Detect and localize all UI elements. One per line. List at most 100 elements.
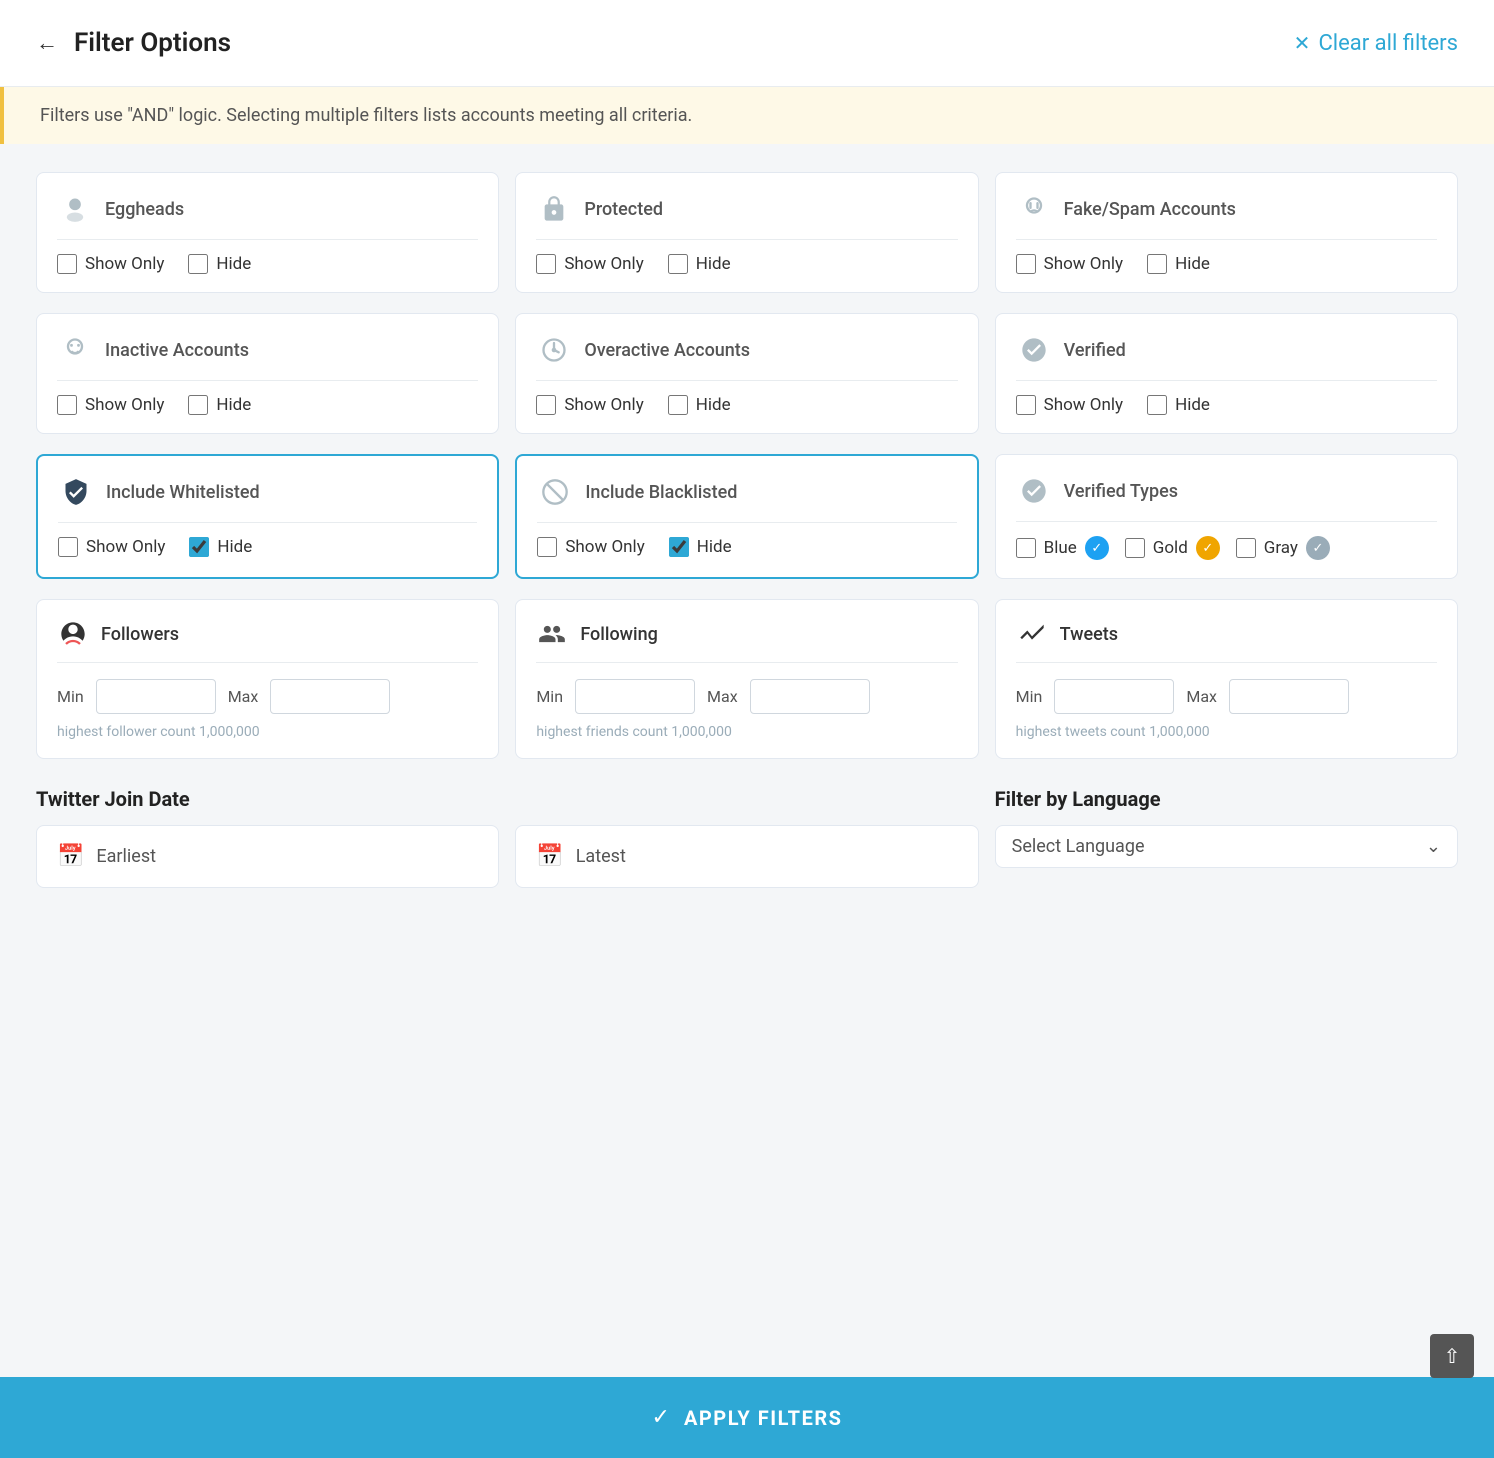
inactive-show-only[interactable]: Show Only (57, 395, 164, 415)
tweets-hint: highest tweets count 1,000,000 (1016, 724, 1437, 740)
clear-filters-label: Clear all filters (1318, 31, 1458, 56)
verified-label: Verified (1064, 340, 1126, 361)
whitelisted-show-only[interactable]: Show Only (58, 537, 165, 557)
verified-type-gold-checkbox[interactable] (1125, 538, 1145, 558)
overactive-label: Overactive Accounts (584, 340, 750, 361)
filter-whitelisted: Include Whitelisted Show Only Hide (36, 454, 499, 579)
fake-spam-hide-checkbox[interactable] (1147, 254, 1167, 274)
tweets-min-label: Min (1016, 687, 1043, 706)
eggheads-hide-checkbox[interactable] (188, 254, 208, 274)
inactive-show-only-checkbox[interactable] (57, 395, 77, 415)
language-section: Filter by Language Select Language ⌄ (995, 787, 1458, 888)
info-banner-text: Filters use "AND" logic. Selecting multi… (40, 105, 692, 126)
fake-spam-icon (1016, 191, 1052, 227)
overactive-show-only-label: Show Only (564, 395, 643, 415)
tweets-min-input[interactable] (1054, 679, 1174, 714)
latest-date[interactable]: 📅 Latest (515, 825, 978, 888)
verified-type-gold[interactable]: Gold ✓ (1125, 536, 1220, 560)
following-min-input[interactable] (575, 679, 695, 714)
protected-icon (536, 191, 572, 227)
overactive-hide[interactable]: Hide (668, 395, 731, 415)
stat-tweets-header: Tweets (1016, 618, 1437, 663)
protected-options: Show Only Hide (536, 254, 957, 274)
whitelisted-show-only-label: Show Only (86, 537, 165, 557)
protected-hide-checkbox[interactable] (668, 254, 688, 274)
followers-label: Followers (101, 624, 179, 645)
language-select[interactable]: Select Language ⌄ (995, 825, 1458, 868)
verified-hide-label: Hide (1175, 395, 1210, 415)
tweets-max-input[interactable] (1229, 679, 1349, 714)
whitelisted-options: Show Only Hide (58, 537, 477, 557)
info-banner: Filters use "AND" logic. Selecting multi… (0, 87, 1494, 144)
eggheads-show-only[interactable]: Show Only (57, 254, 164, 274)
overactive-show-only[interactable]: Show Only (536, 395, 643, 415)
apply-filters-label: APPLY FILTERS (684, 1406, 843, 1430)
verified-options: Show Only Hide (1016, 395, 1437, 415)
verified-type-blue[interactable]: Blue ✓ (1016, 536, 1109, 560)
earliest-label: Earliest (96, 846, 156, 867)
filter-protected-header: Protected (536, 191, 957, 240)
eggheads-show-only-checkbox[interactable] (57, 254, 77, 274)
fake-spam-label: Fake/Spam Accounts (1064, 199, 1236, 220)
stat-following-header: Following (536, 618, 957, 663)
whitelisted-hide-label: Hide (217, 537, 252, 557)
inactive-hide[interactable]: Hide (188, 395, 251, 415)
verified-types-icon (1016, 473, 1052, 509)
filter-verified-header: Verified (1016, 332, 1437, 381)
inactive-options: Show Only Hide (57, 395, 478, 415)
verified-icon (1016, 332, 1052, 368)
back-button[interactable]: ← (36, 30, 58, 56)
protected-hide-label: Hide (696, 254, 731, 274)
verified-hide-checkbox[interactable] (1147, 395, 1167, 415)
language-select-text: Select Language (1012, 836, 1145, 857)
apply-filters-bar[interactable]: ✓ APPLY FILTERS (0, 1377, 1494, 1458)
verified-show-only-label: Show Only (1044, 395, 1123, 415)
inactive-hide-checkbox[interactable] (188, 395, 208, 415)
protected-hide[interactable]: Hide (668, 254, 731, 274)
verified-show-only[interactable]: Show Only (1016, 395, 1123, 415)
blacklisted-show-only[interactable]: Show Only (537, 537, 644, 557)
earliest-date[interactable]: 📅 Earliest (36, 825, 499, 888)
followers-min-input[interactable] (96, 679, 216, 714)
fake-spam-hide-label: Hide (1175, 254, 1210, 274)
clear-filters-button[interactable]: ✕ Clear all filters (1294, 31, 1458, 56)
language-section-title: Filter by Language (995, 787, 1458, 811)
blacklisted-hide[interactable]: Hide (669, 537, 732, 557)
filter-overactive-header: Overactive Accounts (536, 332, 957, 381)
overactive-hide-checkbox[interactable] (668, 395, 688, 415)
verified-type-gray-checkbox[interactable] (1236, 538, 1256, 558)
verified-type-gray-label: Gray (1264, 538, 1298, 558)
verified-hide[interactable]: Hide (1147, 395, 1210, 415)
filter-eggheads: Eggheads Show Only Hide (36, 172, 499, 293)
verified-type-gray[interactable]: Gray ✓ (1236, 536, 1330, 560)
whitelisted-show-only-checkbox[interactable] (58, 537, 78, 557)
protected-show-only-label: Show Only (564, 254, 643, 274)
filter-fake-spam-header: Fake/Spam Accounts (1016, 191, 1437, 240)
header-left: ← Filter Options (36, 28, 231, 58)
protected-show-only[interactable]: Show Only (536, 254, 643, 274)
clear-x-icon: ✕ (1294, 31, 1311, 55)
followers-max-input[interactable] (270, 679, 390, 714)
filter-whitelisted-header: Include Whitelisted (58, 474, 477, 523)
main-content: Eggheads Show Only Hide (0, 144, 1494, 1377)
eggheads-hide[interactable]: Hide (188, 254, 251, 274)
following-max-input[interactable] (750, 679, 870, 714)
fake-spam-hide[interactable]: Hide (1147, 254, 1210, 274)
blacklisted-show-only-checkbox[interactable] (537, 537, 557, 557)
fake-spam-show-only[interactable]: Show Only (1016, 254, 1123, 274)
fake-spam-show-only-checkbox[interactable] (1016, 254, 1036, 274)
blacklisted-hide-checkbox[interactable] (669, 537, 689, 557)
whitelisted-icon (58, 474, 94, 510)
blacklisted-hide-label: Hide (697, 537, 732, 557)
blacklisted-label: Include Blacklisted (585, 482, 737, 503)
whitelisted-label: Include Whitelisted (106, 482, 260, 503)
verified-type-blue-checkbox[interactable] (1016, 538, 1036, 558)
verified-show-only-checkbox[interactable] (1016, 395, 1036, 415)
eggheads-label: Eggheads (105, 199, 184, 220)
protected-show-only-checkbox[interactable] (536, 254, 556, 274)
scroll-up-button[interactable]: ⇧ (1430, 1334, 1474, 1378)
whitelisted-hide-checkbox[interactable] (189, 537, 209, 557)
overactive-show-only-checkbox[interactable] (536, 395, 556, 415)
date-lang-section: Twitter Join Date 📅 Earliest 📅 Latest Fi… (36, 787, 1458, 888)
whitelisted-hide[interactable]: Hide (189, 537, 252, 557)
